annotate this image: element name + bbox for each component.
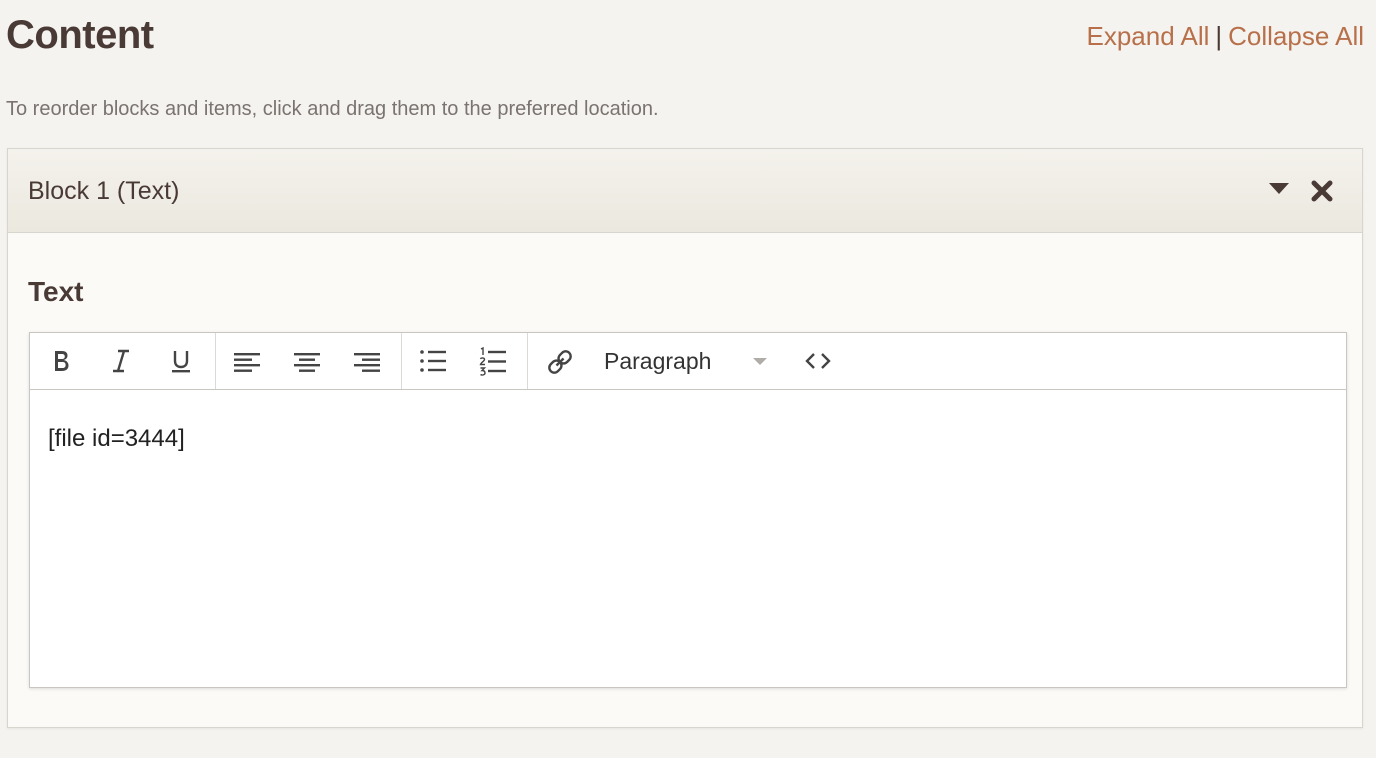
page-title: Content	[6, 13, 154, 57]
underline-icon	[172, 351, 190, 373]
align-right-icon	[354, 353, 380, 372]
link-icon	[548, 350, 572, 374]
align-right-button[interactable]	[349, 343, 385, 379]
format-select-value: Paragraph	[604, 348, 712, 374]
editor-paragraph: [file id=3444]	[48, 425, 185, 452]
align-center-icon	[294, 353, 320, 372]
collapse-all-link[interactable]: Collapse All	[1228, 21, 1364, 51]
bullet-list-icon	[420, 350, 446, 372]
text-field-label: Text	[28, 276, 84, 307]
format-select[interactable]: Paragraph	[602, 343, 774, 379]
source-code-button[interactable]	[800, 343, 836, 379]
link-separator: |	[1215, 21, 1223, 51]
reorder-instructions: To reorder blocks and items, click and d…	[6, 98, 659, 120]
block-title: Block 1 (Text)	[28, 177, 180, 205]
bullet-list-button[interactable]	[415, 343, 451, 379]
content-block[interactable]: Block 1 (Text) Text Paragraph [file id=3…	[7, 148, 1363, 728]
block-header[interactable]: Block 1 (Text)	[8, 149, 1362, 233]
underline-button[interactable]	[163, 343, 199, 379]
chevron-down-icon	[753, 358, 767, 365]
align-left-icon	[234, 353, 260, 372]
align-left-button[interactable]	[229, 343, 265, 379]
italic-icon	[113, 349, 129, 373]
close-icon[interactable]	[1310, 179, 1334, 203]
expand-collapse-controls: Expand All | Collapse All	[1087, 18, 1365, 54]
bold-icon	[55, 351, 69, 371]
editor-toolbar: Paragraph	[30, 333, 1346, 390]
toolbar-group-text-style	[30, 333, 216, 389]
link-button[interactable]	[542, 343, 578, 379]
rich-text-editor: Paragraph [file id=3444]	[29, 332, 1347, 688]
editor-content-area[interactable]: [file id=3444]	[30, 390, 1346, 687]
italic-button[interactable]	[103, 343, 139, 379]
expand-all-link[interactable]: Expand All	[1087, 21, 1210, 51]
toolbar-group-lists	[402, 333, 528, 389]
numbered-list-button[interactable]	[475, 343, 511, 379]
toolbar-group-alignment	[216, 333, 402, 389]
numbered-list-icon	[479, 347, 506, 376]
code-icon	[805, 353, 831, 369]
caret-down-icon[interactable]	[1268, 181, 1290, 195]
align-center-button[interactable]	[289, 343, 325, 379]
bold-button[interactable]	[43, 343, 79, 379]
